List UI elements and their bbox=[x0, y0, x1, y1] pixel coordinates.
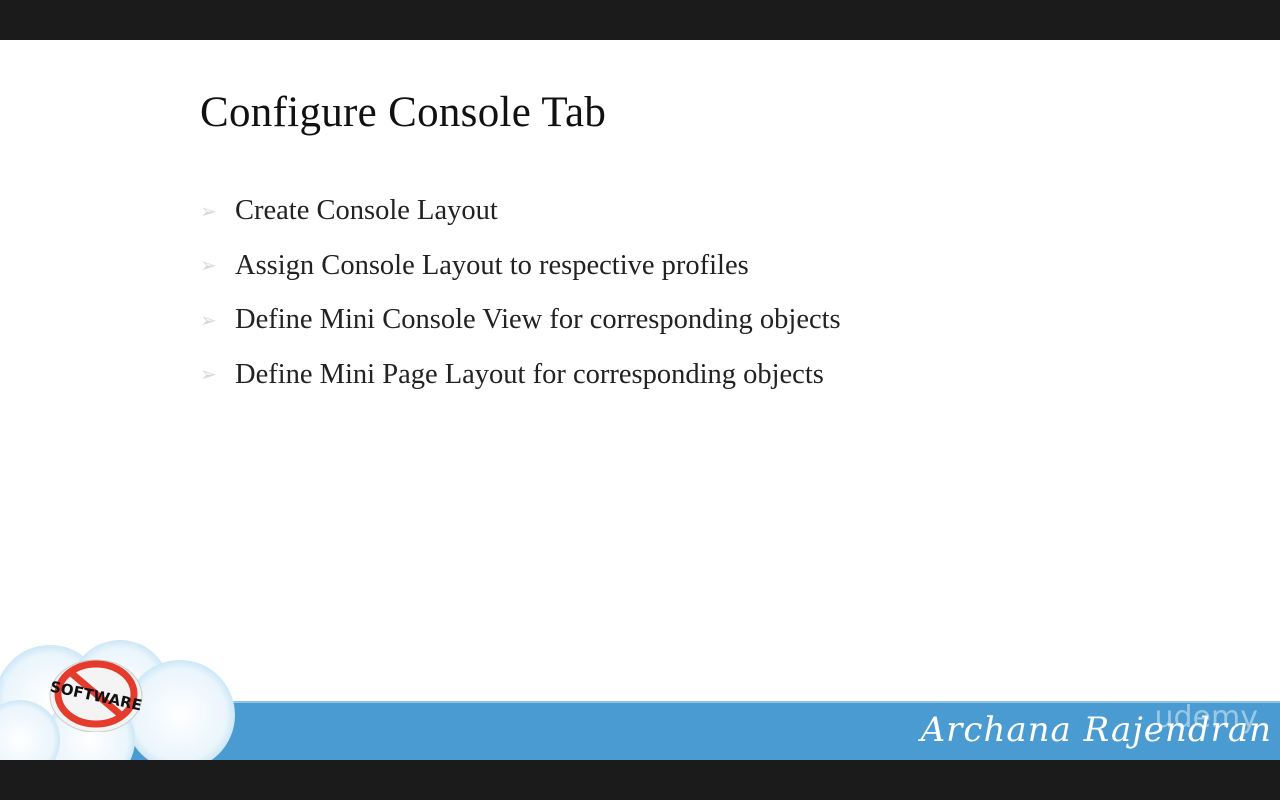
bullet-item: ➢ Define Mini Console View for correspond… bbox=[200, 293, 841, 348]
bullet-text: Create Console Layout bbox=[235, 195, 498, 227]
slide: Configure Console Tab ➢ Create Console La… bbox=[0, 40, 1280, 760]
slide-title: Configure Console Tab bbox=[200, 89, 607, 136]
arrow-bullet-icon: ➢ bbox=[200, 200, 217, 223]
bullet-list: ➢ Create Console Layout ➢ Assign Console L… bbox=[200, 184, 841, 402]
no-software-logo: SOFTWARE bbox=[48, 659, 144, 732]
bullet-item: ➢ Define Mini Page Layout for correspondi… bbox=[200, 348, 841, 403]
arrow-bullet-icon: ➢ bbox=[200, 364, 217, 387]
bullet-item: ➢ Assign Console Layout to respective pro… bbox=[200, 239, 841, 294]
bullet-text: Assign Console Layout to respective prof… bbox=[235, 249, 749, 281]
bullet-text: Define Mini Console View for correspondi… bbox=[235, 304, 841, 336]
arrow-bullet-icon: ➢ bbox=[200, 309, 217, 332]
arrow-bullet-icon: ➢ bbox=[200, 255, 217, 278]
bullet-item: ➢ Create Console Layout bbox=[200, 184, 841, 239]
bullet-text: Define Mini Page Layout for correspondin… bbox=[235, 358, 824, 390]
author-signature: Archana Rajendran bbox=[920, 710, 1272, 750]
